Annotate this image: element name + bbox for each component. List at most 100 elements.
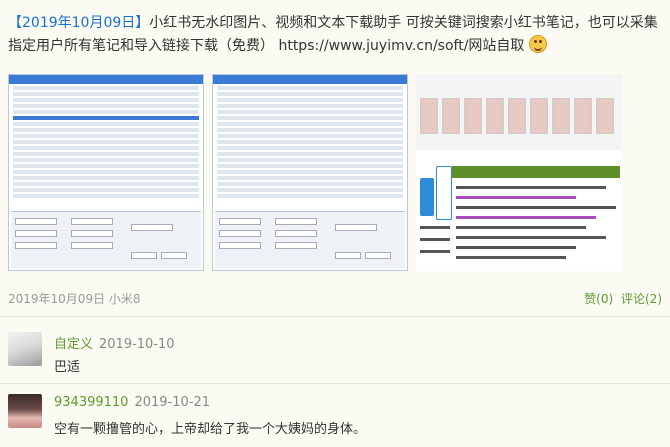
list-row [13,110,199,114]
divider [0,316,670,317]
list-row [13,134,199,138]
list-row [13,176,199,180]
post-meta: 2019年10月09日 小米8 [8,290,141,307]
form-field [365,252,391,259]
list-row [217,164,403,168]
form-field [275,242,317,249]
screenshot-thumbnail-1[interactable] [8,74,204,271]
list-row [13,146,199,150]
form-field [219,242,261,249]
text-line [456,256,566,259]
post-stats: 赞(0) 评论(2) [580,290,662,307]
thumbnail-photo [486,98,504,134]
screenshot-thumbnail-3[interactable] [416,74,622,271]
post-date: 【2019年10月09日】 [8,15,150,31]
form-field [15,242,57,249]
screenshot-thumbnail-2[interactable] [212,74,408,271]
list-row [217,146,403,150]
form-field [275,230,317,237]
list-row [217,86,403,90]
list-row [217,110,403,114]
text-line [456,186,606,189]
list-row [217,182,403,186]
comment-user[interactable]: 自定义 [54,337,93,352]
list-row [13,158,199,162]
phone-image [420,178,434,216]
text-line [456,226,586,229]
thumbnail-photo [596,98,614,134]
list-row [217,134,403,138]
thumbnail-header-bar [452,166,620,178]
comment-button[interactable]: 评论(2) [621,292,662,306]
text-line [456,216,596,219]
comment-header: 934399110 2019-10-21 [54,395,210,410]
comment-date: 2019-10-10 [99,337,175,352]
thumbnail-photo [464,98,482,134]
text-line [456,236,606,239]
list-row [13,128,199,132]
list-row [13,164,199,168]
comment-header: 自定义 2019-10-10 [54,333,175,352]
list-row [217,188,403,192]
thumbnail-photo [574,98,592,134]
form-field [15,218,57,225]
list-row [217,140,403,144]
thumbnail-photo [508,98,526,134]
list-row [13,140,199,144]
thumbnail-image-grid [416,74,622,150]
comment-user[interactable]: 934399110 [54,395,128,410]
list-row [217,176,403,180]
window-titlebar [9,75,203,84]
list-row [217,152,403,156]
avatar[interactable] [8,394,42,428]
text-line [456,206,616,209]
list-row [217,116,403,120]
list-row [217,194,403,198]
list-row [13,170,199,174]
text-line [456,246,576,249]
form-field [71,218,113,225]
list-row [13,152,199,156]
list-row [13,188,199,192]
avatar[interactable] [8,332,42,366]
form-field [219,218,261,225]
list-row [217,98,403,102]
list-row [13,194,199,198]
list-row [217,92,403,96]
list-row [13,122,199,126]
text-line [420,238,450,241]
phone-image [436,166,452,220]
list-row [217,122,403,126]
comment-text: 空有一颗撸管的心，上帝却给了我一个大姨妈的身体。 [54,422,367,437]
thumbnail-photo [530,98,548,134]
thumbnail-photo [442,98,460,134]
text-line [420,250,450,253]
divider [0,383,670,384]
comment-text: 巴适 [54,360,81,375]
list-row [217,158,403,162]
window-titlebar [213,75,407,84]
form-field [71,230,113,237]
thumbnail-photo [552,98,570,134]
list-row [13,98,199,102]
post-meta-date: 2019年10月09日 [8,292,106,306]
form-field [275,218,317,225]
like-button[interactable]: 赞(0) [584,292,613,306]
list-row [217,104,403,108]
form-field [131,224,173,231]
list-row [13,92,199,96]
list-row [13,116,199,120]
settings-panel [11,211,201,268]
list-row [217,170,403,174]
comment-date: 2019-10-21 [134,395,211,410]
settings-panel [215,211,405,268]
form-field [71,242,113,249]
text-line [420,226,450,229]
post-url[interactable]: https://www.juyimv.cn/soft/网站自取 [278,38,524,54]
post-text: 【2019年10月09日】小红书无水印图片、视频和文本下载助手 可按关键词搜索小… [8,12,664,58]
list-row [13,86,199,90]
form-field [161,252,187,259]
list-row [217,128,403,132]
list-row [13,104,199,108]
thumbnail-photo [420,98,438,134]
